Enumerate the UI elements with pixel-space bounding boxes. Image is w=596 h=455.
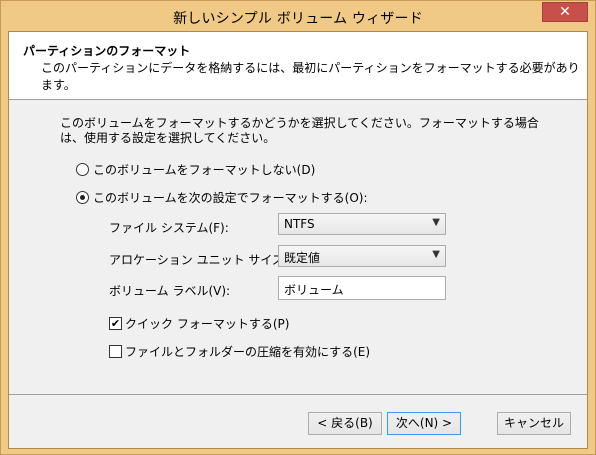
chevron-down-icon: ▼ — [432, 217, 440, 228]
chevron-down-icon: ▼ — [432, 249, 440, 260]
intro-text: このボリュームをフォーマットするかどうかを選択してください。フォーマットする場合… — [60, 116, 539, 145]
compression-checkbox-row[interactable]: ファイルとフォルダーの圧縮を有効にする(E) — [109, 343, 370, 360]
volume-label-label: ボリューム ラベル(V): — [109, 284, 231, 298]
close-icon: ✕ — [559, 4, 571, 20]
radio-no-format[interactable]: このボリュームをフォーマットしない(D) — [76, 161, 315, 178]
filesystem-label: ファイル システム(F): — [109, 221, 229, 235]
allocation-value: 既定値 — [284, 251, 321, 265]
radio-format-label[interactable]: このボリュームを次の設定でフォーマットする(O): — [93, 189, 368, 206]
back-button[interactable]: < 戻る(B) — [308, 412, 382, 435]
volume-label-value: ボリューム — [284, 283, 344, 297]
radio-no-format-label[interactable]: このボリュームをフォーマットしない(D) — [93, 161, 315, 178]
compression-checkbox[interactable] — [109, 345, 122, 358]
title-bar[interactable]: 新しいシンプル ボリューム ウィザード ✕ — [1, 1, 595, 31]
volume-label-input[interactable]: ボリューム — [278, 276, 446, 300]
wizard-body: パーティションのフォーマット このパーティションにデータを格納するには、最初にパ… — [8, 31, 588, 449]
page-subtitle: このパーティションにデータを格納するには、最初にパーティションをフォーマットする… — [41, 61, 580, 92]
filesystem-value: NTFS — [284, 217, 315, 231]
radio-no-format-button[interactable] — [76, 163, 89, 176]
radio-format[interactable]: このボリュームを次の設定でフォーマットする(O): — [76, 189, 368, 206]
window-title: 新しいシンプル ボリューム ウィザード — [173, 11, 423, 27]
radio-format-button[interactable] — [76, 191, 89, 204]
wizard-window: 新しいシンプル ボリューム ウィザード ✕ パーティションのフォーマット このパ… — [0, 0, 596, 455]
cancel-button[interactable]: キャンセル — [497, 412, 571, 435]
page-title: パーティションのフォーマット — [23, 44, 191, 58]
filesystem-select[interactable]: NTFS ▼ — [278, 213, 446, 235]
next-button[interactable]: 次へ(N) > — [387, 412, 461, 435]
footer-divider — [9, 394, 587, 395]
wizard-header: パーティションのフォーマット このパーティションにデータを格納するには、最初にパ… — [9, 32, 587, 100]
allocation-label: アロケーション ユニット サイズ(A): — [109, 253, 306, 267]
quick-format-checkbox-row[interactable]: ✔ クイック フォーマットする(P) — [109, 315, 289, 332]
quick-format-checkbox[interactable]: ✔ — [109, 317, 122, 330]
close-button[interactable]: ✕ — [542, 2, 588, 22]
allocation-select[interactable]: 既定値 ▼ — [278, 245, 446, 267]
compression-label[interactable]: ファイルとフォルダーの圧縮を有効にする(E) — [125, 343, 370, 360]
quick-format-label[interactable]: クイック フォーマットする(P) — [125, 315, 289, 332]
